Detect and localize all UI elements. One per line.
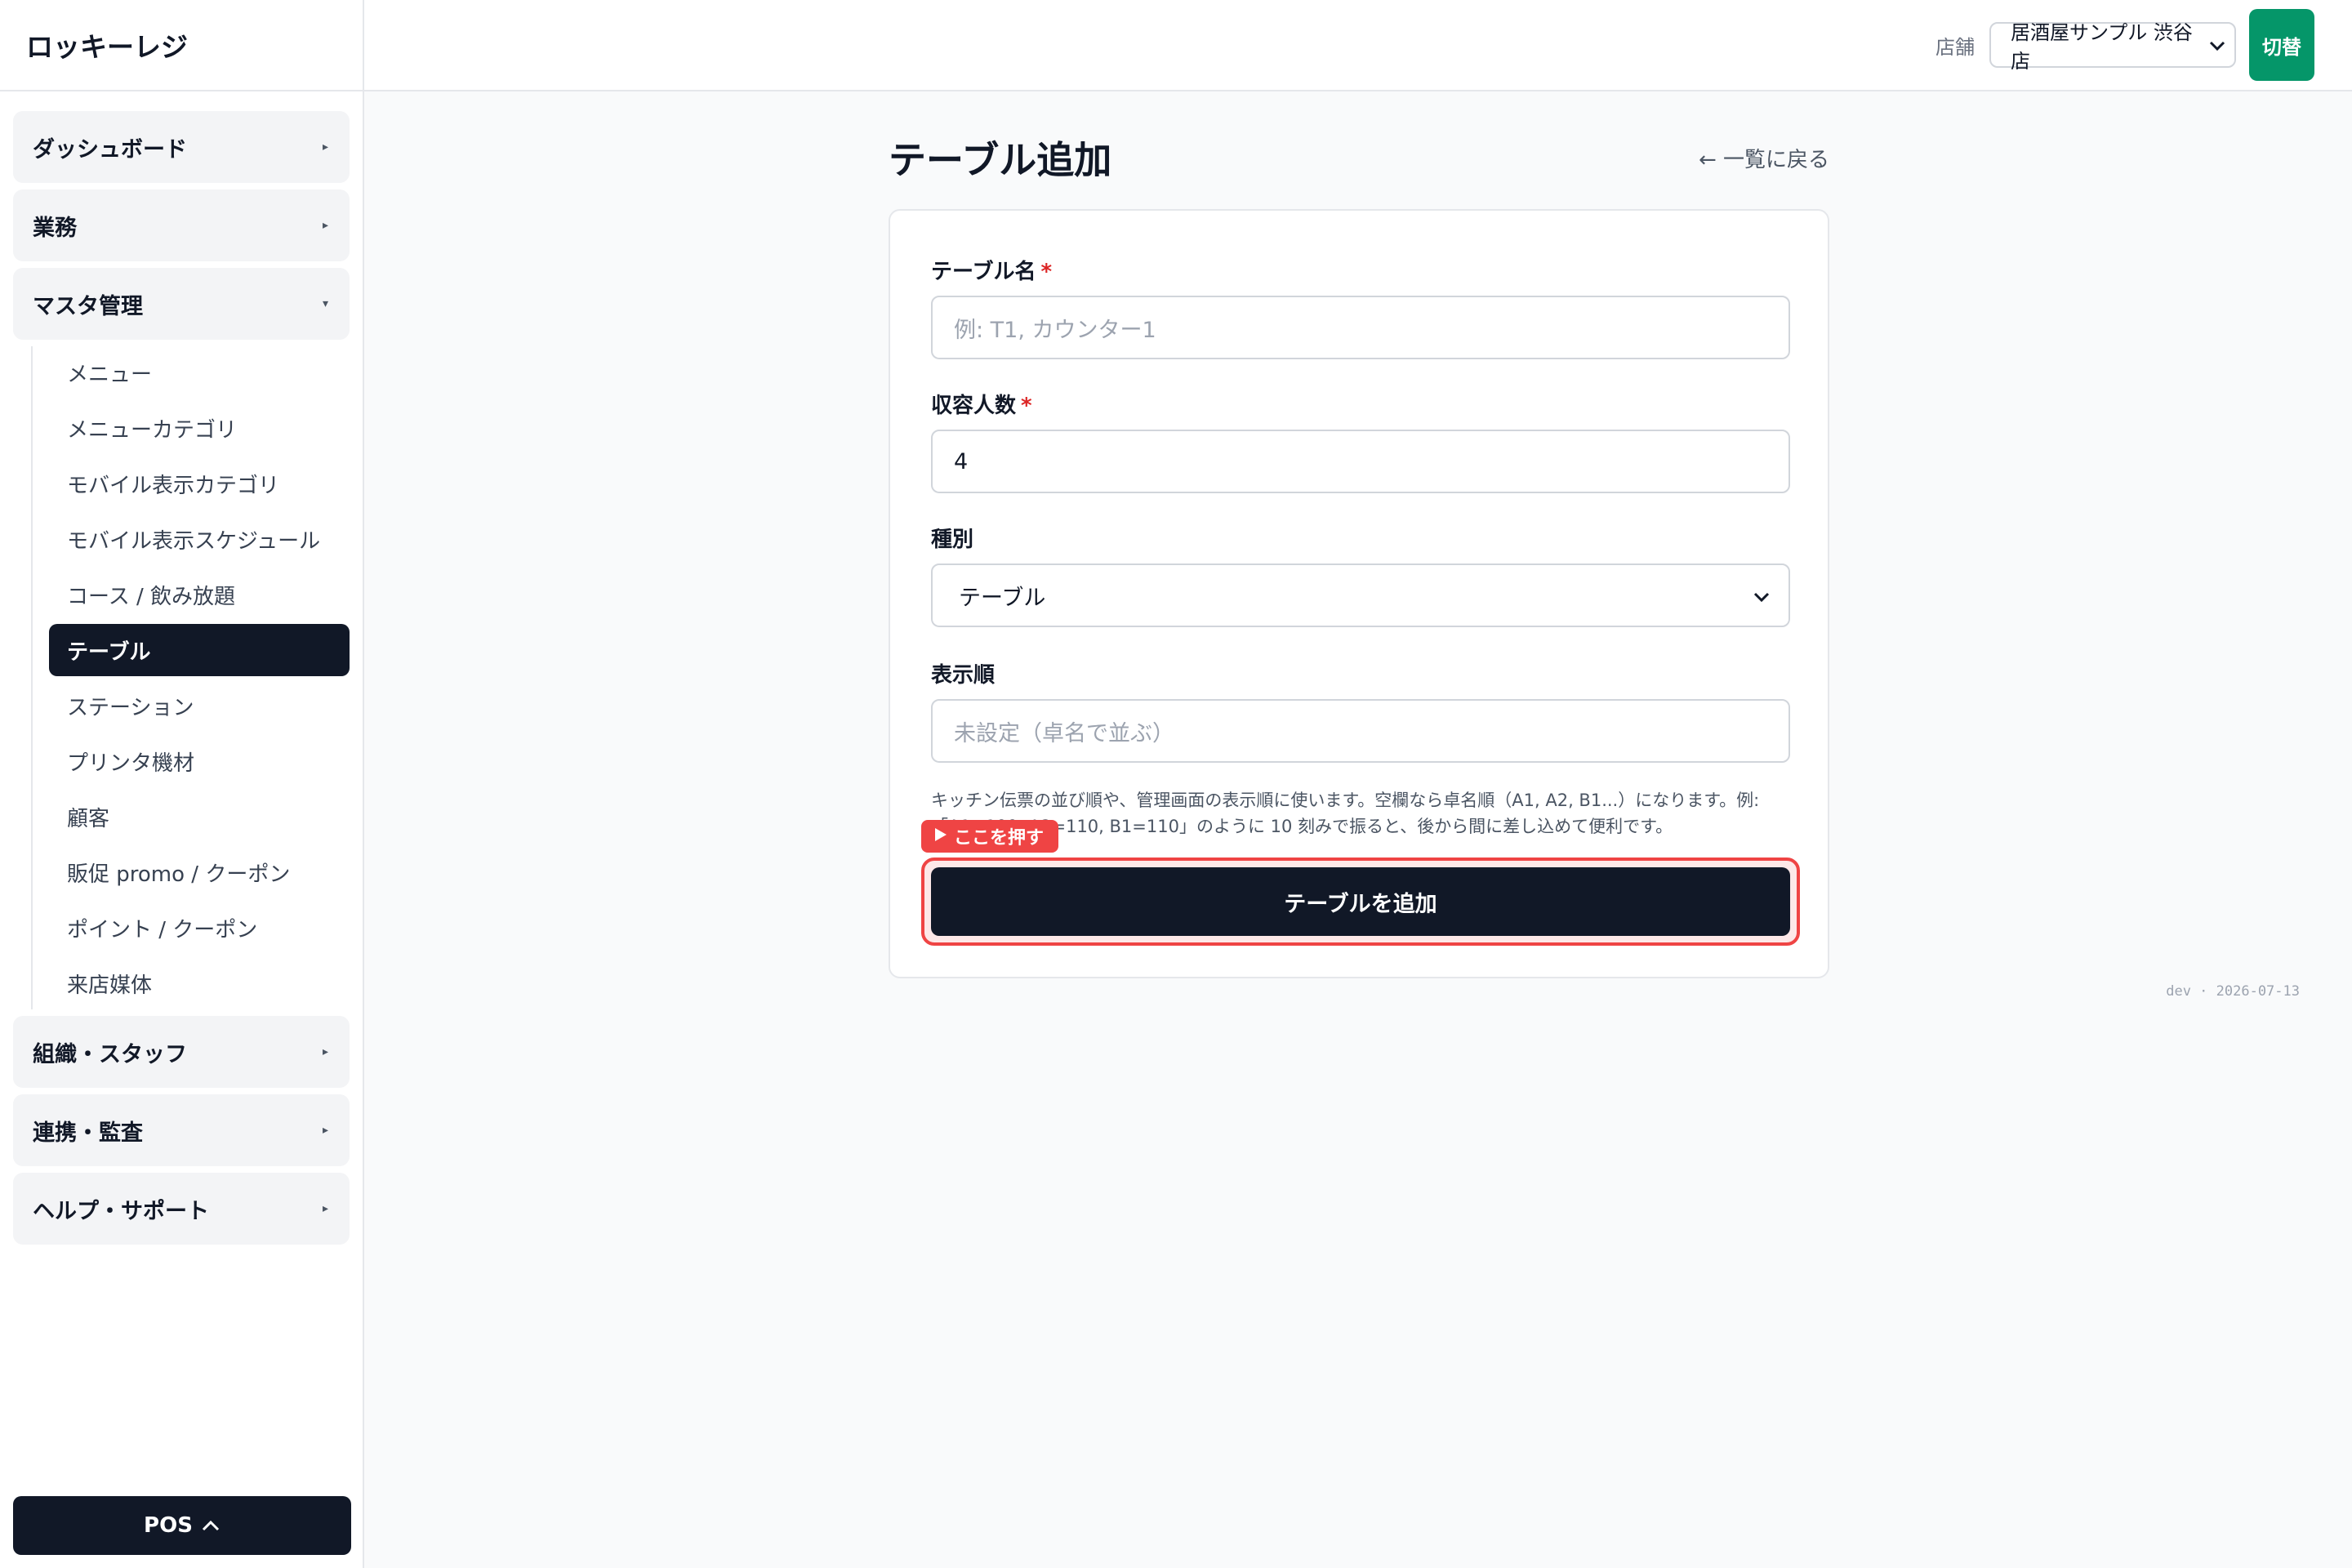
chevron-right-icon: ▸ — [322, 1045, 328, 1058]
table-form-card: テーブル名 * 例: T1, カウンター1 収容人数 * 4 種別 テーブル 表示順… — [889, 209, 1829, 978]
build-meta: dev · 2026-07-13 — [2166, 983, 2300, 1000]
chevron-right-icon: ▸ — [322, 140, 328, 154]
sidebar-group-label: ヘルプ・サポート — [33, 1198, 209, 1224]
chevron-down-icon: ▾ — [322, 297, 328, 310]
app-title: ロッキーレジ — [0, 0, 363, 91]
press-here-badge: ここを押す — [921, 820, 1059, 853]
chevron-down-icon — [1753, 583, 1771, 608]
sidebar-item-course[interactable]: コース / 飲み放題 — [49, 568, 350, 621]
table-name-label-text: テーブル名 — [931, 260, 1036, 284]
sidebar-group-label: 業務 — [33, 215, 77, 241]
sidebar-group-label: ダッシュボード — [33, 136, 187, 163]
type-label: 種別 — [931, 528, 974, 552]
sidebar-item-table[interactable]: テーブル — [49, 624, 350, 676]
back-to-list-link[interactable]: ← 一覧に戻る — [1699, 143, 1829, 173]
chevron-right-icon: ▸ — [322, 219, 328, 232]
required-mark: * — [1021, 394, 1032, 418]
sidebar-item-menu-category[interactable]: メニューカテゴリ — [49, 402, 350, 454]
type-select-value: テーブル — [959, 585, 1046, 611]
chevron-down-icon — [2208, 33, 2226, 56]
press-here-text: ここを押す — [954, 828, 1045, 849]
capacity-label: 収容人数 * — [931, 389, 1032, 419]
sidebar-group-label: 連携・監査 — [33, 1120, 143, 1146]
sidebar: ロッキーレジ ダッシュボード ▸ 業務 ▸ マスタ管理 ▾ メニュー メニューカ… — [0, 0, 364, 1568]
sidebar-item-mobile-schedule[interactable]: モバイル表示スケジュール — [49, 513, 350, 565]
sidebar-group-label: マスタ管理 — [33, 293, 143, 319]
required-mark: * — [1040, 260, 1053, 284]
type-select[interactable]: テーブル — [931, 564, 1790, 627]
display-order-help: キッチン伝票の並び順や、管理画面の表示順に使います。空欄なら卓名順（A1, A2… — [931, 791, 1760, 836]
sidebar-group-label: 組織・スタッフ — [33, 1041, 187, 1067]
sidebar-item-points[interactable]: ポイント / クーポン — [49, 902, 350, 954]
switch-store-button[interactable]: 切替 — [2249, 9, 2314, 81]
display-order-input[interactable]: 未設定（卓名で並ぶ） — [931, 699, 1790, 763]
play-icon — [934, 826, 947, 847]
sidebar-item-customer[interactable]: 顧客 — [49, 791, 350, 843]
sidebar-item-menu[interactable]: メニュー — [49, 346, 350, 399]
display-order-label: 表示順 — [931, 663, 996, 688]
store-label: 店舗 — [1936, 35, 1975, 59]
chevron-right-icon: ▸ — [322, 1124, 328, 1137]
master-submenu: メニュー メニューカテゴリ モバイル表示カテゴリ モバイル表示スケジュール コー… — [31, 346, 350, 1009]
pos-button-label: POS — [144, 1513, 193, 1538]
page-header: テーブル追加 ← 一覧に戻る — [889, 131, 1829, 185]
sidebar-group-integration-audit[interactable]: 連携・監査 ▸ — [13, 1094, 350, 1166]
add-table-button[interactable]: テーブルを追加 — [931, 867, 1790, 936]
sidebar-item-promo[interactable]: 販促 promo / クーポン — [49, 846, 350, 898]
chevron-right-icon: ▸ — [322, 1202, 328, 1215]
page-title: テーブル追加 — [889, 138, 1112, 182]
store-select-value: 居酒屋サンプル 渋谷店 — [2011, 21, 2193, 73]
pos-button[interactable]: POS — [13, 1496, 351, 1555]
sidebar-group-org-staff[interactable]: 組織・スタッフ ▸ — [13, 1016, 350, 1088]
sidebar-item-visit-source[interactable]: 来店媒体 — [49, 957, 350, 1009]
table-name-label: テーブル名 * — [931, 255, 1052, 285]
chevron-up-icon — [201, 1513, 220, 1538]
sidebar-item-mobile-category[interactable]: モバイル表示カテゴリ — [49, 457, 350, 510]
sidebar-group-operations[interactable]: 業務 ▸ — [13, 189, 350, 261]
sidebar-nav: ダッシュボード ▸ 業務 ▸ マスタ管理 ▾ メニュー メニューカテゴリ モバイ… — [0, 91, 363, 1245]
sidebar-group-dashboard[interactable]: ダッシュボード ▸ — [13, 111, 350, 183]
sidebar-group-master[interactable]: マスタ管理 ▾ — [13, 268, 350, 340]
topbar: 店舗 居酒屋サンプル 渋谷店 切替 — [364, 0, 2352, 91]
sidebar-group-help[interactable]: ヘルプ・サポート ▸ — [13, 1173, 350, 1245]
capacity-label-text: 収容人数 — [931, 394, 1017, 418]
table-name-input[interactable]: 例: T1, カウンター1 — [931, 296, 1790, 359]
store-select[interactable]: 居酒屋サンプル 渋谷店 — [1989, 21, 2236, 73]
sidebar-item-station[interactable]: ステーション — [49, 679, 350, 732]
capacity-input[interactable]: 4 — [931, 430, 1790, 493]
sidebar-item-printer[interactable]: プリンタ機材 — [49, 735, 350, 787]
